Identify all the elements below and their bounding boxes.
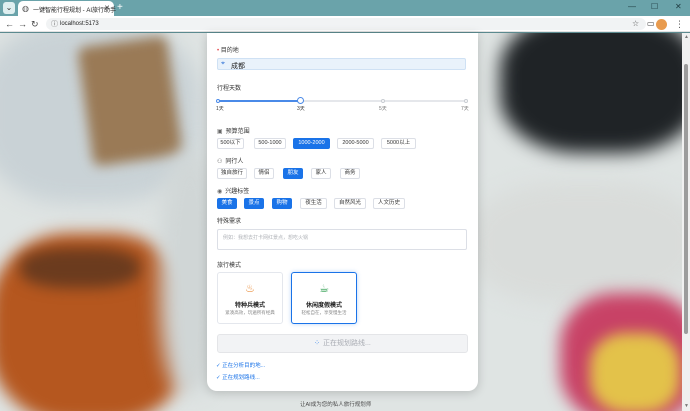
address-bar: ← → ↻ ⓘ localhost:5173 ☆ ▭ ⋮ — [0, 16, 690, 32]
scrollbar-thumb[interactable] — [684, 64, 688, 334]
interest-tag-selected[interactable]: 景点 — [244, 198, 264, 209]
companion-option[interactable]: 商务 — [340, 168, 360, 179]
url-text: localhost:5173 — [60, 21, 99, 27]
mode-title: 休闲度假模式 — [305, 303, 342, 309]
interest-tag[interactable]: 人文历史 — [373, 198, 405, 209]
mode-desc: 轻松自在，享受慢生活 — [301, 310, 347, 315]
companion-option[interactable]: 独自旅行 — [217, 168, 247, 179]
tag-icon: ◉ — [217, 189, 223, 195]
budget-label: ▣ 预算范围 — [217, 129, 250, 135]
coffee-icon: ☕ — [319, 283, 329, 295]
days-slider-step[interactable] — [216, 99, 220, 103]
plan-route-button[interactable]: ⁘ 正在规划路线... — [217, 334, 468, 353]
companions-label: ⚇ 同行人 — [217, 159, 244, 165]
back-icon[interactable]: ← — [5, 18, 14, 30]
interest-tag[interactable]: 自然风光 — [334, 198, 366, 209]
maximize-button[interactable]: ☐ — [651, 2, 658, 12]
tab-close-icon[interactable]: ✕ — [104, 4, 110, 12]
browser-tab-active[interactable]: ◍ 一键智能行程规划 - AI旅行助手 ✕ — [18, 1, 116, 16]
special-needs-label: 特殊需求 — [217, 219, 242, 225]
interests-label: ◉ 兴趣标签 — [217, 189, 250, 195]
budget-option-selected[interactable]: 1000-2000 — [293, 138, 330, 149]
footer-text: 让AI成为您的私人旅行规划师 — [300, 402, 372, 408]
scroll-up-icon[interactable]: ▲ — [684, 34, 689, 40]
status-line: ✓ 正在规划路线... — [216, 375, 260, 381]
destination-input[interactable]: ⌖ 成都 — [217, 58, 466, 70]
interest-tag-selected[interactable]: 美食 — [217, 198, 237, 209]
globe-icon: ◍ — [22, 4, 29, 13]
bookmark-star-icon[interactable]: ☆ — [632, 19, 639, 29]
days-label: 行程天数 — [217, 86, 242, 92]
tab-list-dropdown-icon[interactable]: ⌄ — [3, 2, 15, 14]
close-window-button[interactable]: ✕ — [675, 2, 682, 12]
budget-option[interactable]: 500以下 — [217, 138, 244, 149]
forward-icon[interactable]: → — [18, 18, 27, 30]
days-tick: 3天 — [297, 106, 305, 112]
budget-option[interactable]: 5000以上 — [381, 138, 416, 149]
mode-title: 特种兵模式 — [234, 303, 265, 309]
wallet-icon: ▣ — [217, 129, 223, 135]
special-needs-textarea[interactable]: 例如：我想去打卡网红景点，想吃火锅 — [217, 229, 467, 250]
rocket-icon: ♨ — [245, 283, 255, 295]
browser-menu-icon[interactable]: ⋮ — [675, 18, 684, 30]
days-slider-handle[interactable] — [297, 97, 304, 104]
scroll-down-icon[interactable]: ▼ — [684, 403, 689, 409]
mode-card-leisure-selected[interactable]: ☕ 休闲度假模式 轻松自在，享受慢生活 — [291, 272, 357, 324]
mode-card-special-forces[interactable]: ♨ 特种兵模式 紧凑高效，玩遍所有经典 — [217, 272, 283, 324]
mode-desc: 紧凑高效，玩遍所有经典 — [225, 310, 275, 315]
plan-route-button-label: 正在规划路线... — [323, 340, 371, 347]
special-needs-placeholder: 例如：我想去打卡网红景点，想吃火锅 — [223, 235, 309, 241]
tab-bar: ⌄ ◍ 一键智能行程规划 - AI旅行助手 ✕ + — ☐ ✕ — [0, 0, 690, 16]
budget-option[interactable]: 2000-5000 — [337, 138, 374, 149]
location-pin-icon: ⌖ — [221, 60, 225, 67]
new-tab-button[interactable]: + — [117, 2, 123, 14]
site-info-icon[interactable]: ⓘ — [51, 19, 58, 29]
days-slider-fill — [218, 100, 300, 102]
days-tick: 5天 — [379, 106, 387, 112]
interest-tag[interactable]: 夜生活 — [300, 198, 327, 209]
days-tick: 1天 — [216, 106, 224, 112]
status-line: ✓ 正在分析目的地... — [216, 363, 266, 369]
reload-icon[interactable]: ↻ — [31, 18, 39, 30]
destination-label: • 目的地 — [217, 48, 239, 54]
companion-option[interactable]: 家人 — [311, 168, 331, 179]
loading-spinner-icon: ⁘ — [314, 340, 321, 347]
companion-option[interactable]: 情侣 — [254, 168, 274, 179]
days-tick: 7天 — [461, 106, 469, 112]
people-icon: ⚇ — [217, 159, 223, 165]
interest-tag-selected[interactable]: 购物 — [272, 198, 292, 209]
days-slider-step[interactable] — [464, 99, 468, 103]
destination-value: 成都 — [231, 63, 245, 70]
trip-planner-card: • 目的地 ⌖ 成都 行程天数 1天 3天 5天 7天 ▣ 预算范围 500以下 … — [207, 33, 478, 391]
travel-mode-label: 旅行模式 — [217, 263, 242, 269]
extensions-icon[interactable]: ▭ — [647, 18, 655, 30]
minimize-button[interactable]: — — [628, 2, 636, 12]
profile-avatar[interactable] — [656, 19, 667, 30]
days-slider-step[interactable] — [381, 99, 385, 103]
budget-option[interactable]: 500-1000 — [254, 138, 286, 149]
url-field[interactable]: ⓘ localhost:5173 ☆ — [46, 18, 646, 30]
companion-option-selected[interactable]: 朋友 — [283, 168, 303, 179]
